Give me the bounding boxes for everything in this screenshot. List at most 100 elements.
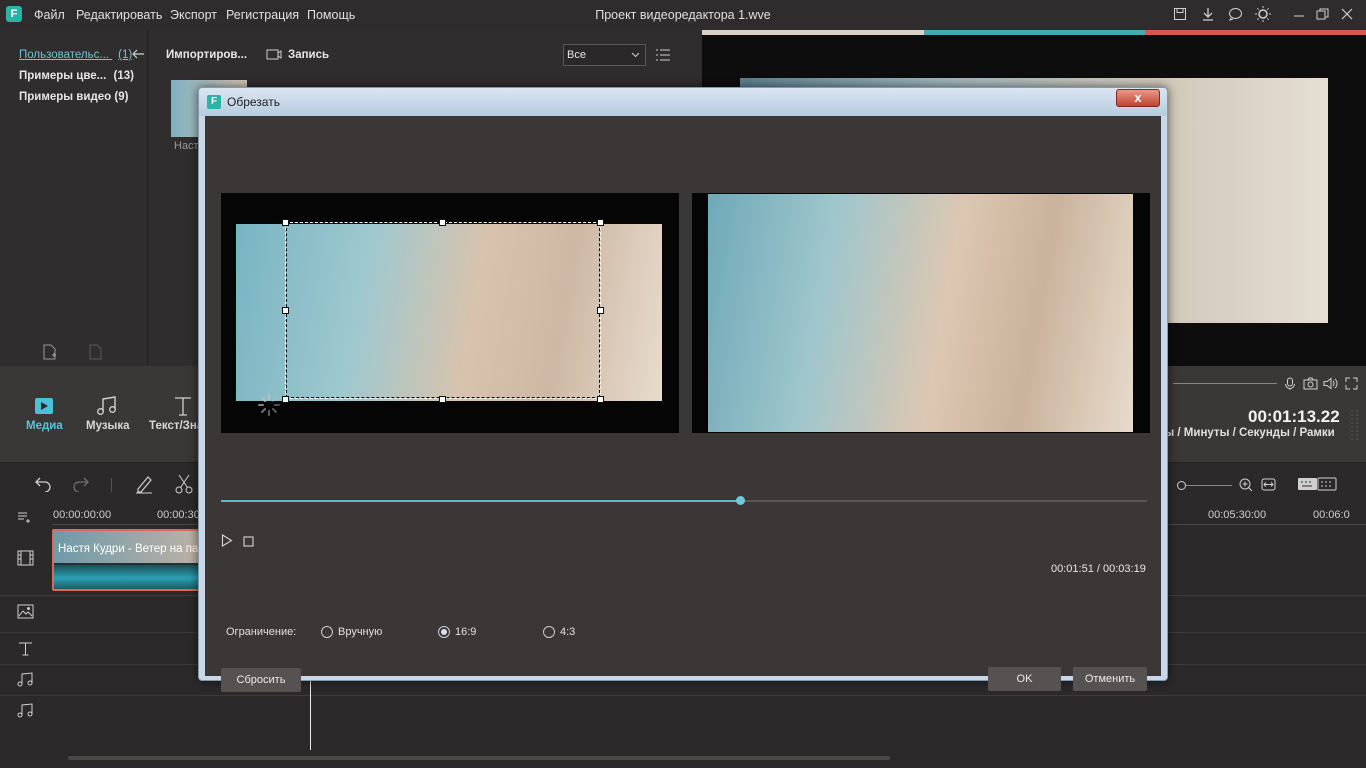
scissors-icon[interactable]	[175, 474, 193, 494]
preview-timecode: 00:01:13.22	[1248, 407, 1340, 426]
preview-color-bar-2	[924, 30, 1145, 35]
crop-handle-bottom-right[interactable]	[597, 396, 604, 403]
radio-16-9-label[interactable]: 16:9	[455, 626, 476, 638]
ruler-label-0: 00:00:00:00	[53, 509, 112, 521]
maximize-icon[interactable]	[1316, 8, 1329, 21]
crop-handle-top-left[interactable]	[282, 219, 289, 226]
redo-icon[interactable]	[72, 476, 90, 492]
preview-color-bar-3	[1145, 30, 1366, 35]
filter-select[interactable]: Все	[563, 44, 646, 66]
dialog-body: 00:01:51 / 00:03:19 Ограничение: Вручную…	[205, 116, 1161, 692]
source-video-frame	[221, 193, 679, 433]
music-tab-icon[interactable]	[96, 396, 118, 416]
library-item-custom[interactable]: Пользовательс... (1)	[19, 49, 132, 61]
ruler-label-1: 00:00:30	[157, 509, 200, 521]
list-view-icon[interactable]	[656, 49, 670, 61]
crop-handle-top-right[interactable]	[597, 219, 604, 226]
undo-icon[interactable]	[34, 476, 52, 492]
music-track-icon	[17, 672, 34, 687]
record-icon[interactable]	[266, 49, 282, 60]
crop-handle-left[interactable]	[282, 307, 289, 314]
time-readout: 00:01:51 / 00:03:19	[1051, 563, 1146, 575]
crop-handle-bottom[interactable]	[439, 396, 446, 403]
music-track-2-icon	[17, 703, 34, 718]
track-manager-icon[interactable]	[18, 512, 32, 523]
dialog-header[interactable]: F Обрезать x	[199, 88, 1167, 116]
tab-media[interactable]: Медиа	[26, 420, 63, 432]
cancel-button[interactable]: Отменить	[1073, 667, 1147, 691]
zoom-in-icon[interactable]	[1239, 478, 1253, 492]
crop-handle-top[interactable]	[439, 219, 446, 226]
timeline-playhead[interactable]	[310, 680, 311, 750]
reset-button[interactable]: Сбросить	[221, 668, 301, 692]
zoom-slider-knob[interactable]	[1177, 481, 1186, 490]
save-icon[interactable]	[1173, 7, 1187, 21]
chat-icon[interactable]	[1228, 7, 1243, 21]
play-icon[interactable]	[221, 534, 233, 547]
timeline-scrollbar[interactable]	[68, 756, 890, 760]
panel-grip-icon[interactable]	[1350, 410, 1360, 440]
track-separator	[0, 695, 1366, 696]
crop-handle-bottom-left[interactable]	[282, 396, 289, 403]
dialog-logo-icon: F	[207, 95, 221, 109]
brightness-icon[interactable]	[1255, 6, 1271, 22]
dialog-close-button[interactable]: x	[1116, 89, 1160, 107]
title-bar: F Файл Редактировать Экспорт Регистрация…	[0, 0, 1366, 30]
radio-16-9[interactable]	[438, 626, 450, 638]
download-icon[interactable]	[1201, 7, 1215, 21]
toolbar-divider	[111, 478, 112, 492]
stop-icon[interactable]	[243, 536, 254, 547]
close-window-icon[interactable]	[1341, 8, 1353, 20]
zoom-slider-track[interactable]	[1186, 485, 1232, 486]
record-button[interactable]: Запись	[288, 49, 329, 61]
output-preview-image	[708, 194, 1133, 432]
text-tab-icon[interactable]	[174, 396, 192, 416]
ok-button[interactable]: OK	[988, 667, 1061, 691]
radio-4-3[interactable]	[543, 626, 555, 638]
camera-icon[interactable]	[1303, 377, 1318, 390]
pencil-icon[interactable]	[135, 474, 153, 494]
microphone-icon[interactable]	[1284, 377, 1296, 391]
video-track-icon	[17, 550, 34, 566]
library-item-video-samples[interactable]: Примеры видео (9)	[19, 91, 128, 103]
delete-folder-icon[interactable]	[89, 344, 103, 360]
playback-progress-knob[interactable]	[736, 496, 745, 505]
crop-handle-right[interactable]	[597, 307, 604, 314]
radio-manual-label[interactable]: Вручную	[338, 626, 382, 638]
radio-manual[interactable]	[321, 626, 333, 638]
ruler-label-3: 00:06:0	[1313, 509, 1350, 521]
chevron-down-icon	[631, 52, 640, 58]
dialog-title: Обрезать	[227, 95, 280, 109]
playback-progress-fill	[221, 500, 740, 502]
clip-audio-waveform	[54, 565, 200, 589]
fit-timeline-icon[interactable]	[1261, 478, 1276, 491]
output-preview-frame	[692, 193, 1150, 433]
video-clip[interactable]: Настя Кудри - Ветер на пал	[52, 529, 202, 591]
radio-4-3-label[interactable]: 4:3	[560, 626, 575, 638]
preview-scrubber[interactable]	[1173, 383, 1277, 384]
time-units-label: сы / Минуты / Секунды / Рамки	[1158, 427, 1335, 439]
window-title: Проект видеоредактора 1.wve	[595, 8, 771, 22]
media-tab-icon[interactable]	[34, 397, 54, 415]
loading-spinner-icon	[257, 393, 281, 417]
crop-rectangle[interactable]	[285, 222, 601, 399]
add-folder-icon[interactable]	[43, 344, 57, 360]
image-track-icon	[17, 604, 34, 619]
tab-text[interactable]: Текст/Зна	[149, 420, 203, 432]
crop-dialog: F Обрезать x 00:01:51 / 00:03:19 Огранич…	[198, 87, 1168, 692]
close-icon: x	[1134, 90, 1142, 105]
media-thumbnail-label: Наст	[174, 140, 199, 152]
preview-color-bar-1	[702, 30, 924, 35]
back-arrow-icon[interactable]	[131, 49, 145, 59]
library-item-color-samples[interactable]: Примеры цве... (13)	[19, 70, 134, 82]
text-track-icon	[18, 641, 33, 656]
volume-icon[interactable]	[1323, 377, 1338, 390]
import-button[interactable]: Импортиров...	[166, 49, 247, 61]
fullscreen-icon[interactable]	[1345, 377, 1358, 390]
clip-title: Настя Кудри - Ветер на пал	[58, 543, 202, 555]
constraint-label: Ограничение:	[226, 626, 297, 638]
keyboard-icon[interactable]	[1297, 477, 1337, 491]
minimize-icon[interactable]	[1293, 10, 1305, 20]
tab-music[interactable]: Музыка	[86, 420, 130, 432]
filter-select-value: Все	[567, 49, 586, 61]
